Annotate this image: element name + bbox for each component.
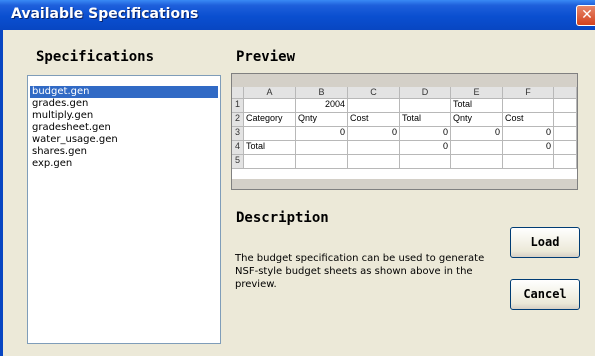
sheet-cell: 0 bbox=[400, 141, 451, 155]
list-item[interactable]: exp.gen bbox=[30, 158, 218, 170]
sheet-cell: 0 bbox=[503, 141, 554, 155]
sheet-cell: Qnty bbox=[296, 113, 348, 127]
window-title: Available Specifications bbox=[11, 6, 199, 22]
sheet-header-cell: E bbox=[451, 87, 503, 99]
sheet-header-cell: C bbox=[348, 87, 400, 99]
sheet-cell: 0 bbox=[296, 127, 348, 141]
sheet-cell: Total bbox=[400, 113, 451, 127]
sheet-cell: 2004 bbox=[296, 99, 348, 113]
sheet-cell bbox=[554, 113, 577, 127]
sheet-cell: Total bbox=[451, 99, 503, 113]
sheet-cell: Total bbox=[244, 141, 296, 155]
sheet-cell bbox=[554, 141, 577, 155]
sheet-header-cell: 1 bbox=[232, 99, 244, 113]
sheet-cell bbox=[296, 141, 348, 155]
load-button[interactable]: Load bbox=[510, 227, 580, 258]
title-bar[interactable]: Available Specifications ✕ bbox=[0, 0, 595, 30]
sheet-cell: 0 bbox=[503, 127, 554, 141]
sheet-cell: 0 bbox=[400, 127, 451, 141]
sheet-cell: 0 bbox=[348, 127, 400, 141]
sheet-header-cell: A bbox=[244, 87, 296, 99]
list-item[interactable]: gradesheet.gen bbox=[30, 122, 218, 134]
sheet-header-cell: 4 bbox=[232, 141, 244, 155]
sheet-cell bbox=[451, 141, 503, 155]
description-text: The budget specification can be used to … bbox=[235, 253, 485, 290]
specifications-list[interactable]: budget.gen grades.gen multiply.gen gradeshe… bbox=[27, 75, 221, 344]
preview-heading: Preview bbox=[236, 49, 296, 65]
close-icon: ✕ bbox=[581, 7, 593, 23]
sheet-header-cell bbox=[554, 87, 577, 99]
preview-spreadsheet: A B C D E F 1 2004 Total 2 Category Qnty Cost Total Qn… bbox=[232, 87, 577, 179]
sheet-header-cell bbox=[232, 87, 244, 99]
sheet-cell bbox=[451, 155, 503, 169]
sheet-cell: 0 bbox=[451, 127, 503, 141]
list-item[interactable]: budget.gen bbox=[30, 86, 218, 98]
list-item[interactable]: grades.gen bbox=[30, 98, 218, 110]
sheet-cell: Qnty bbox=[451, 113, 503, 127]
sheet-header-cell: 2 bbox=[232, 113, 244, 127]
sheet-cell bbox=[244, 127, 296, 141]
specifications-heading: Specifications bbox=[36, 49, 155, 65]
sheet-cell: Category bbox=[244, 113, 296, 127]
preview-horizontal-scrollbar[interactable] bbox=[232, 179, 577, 189]
sheet-header-cell: 3 bbox=[232, 127, 244, 141]
sheet-cell bbox=[244, 99, 296, 113]
sheet-header-cell: D bbox=[400, 87, 451, 99]
close-button[interactable]: ✕ bbox=[576, 5, 595, 26]
sheet-cell bbox=[400, 99, 451, 113]
sheet-cell bbox=[554, 127, 577, 141]
list-item[interactable]: water_usage.gen bbox=[30, 134, 218, 146]
sheet-header-cell: B bbox=[296, 87, 348, 99]
sheet-cell bbox=[554, 99, 577, 113]
description-heading: Description bbox=[236, 210, 329, 226]
sheet-cell bbox=[400, 155, 451, 169]
list-item[interactable]: multiply.gen bbox=[30, 110, 218, 122]
sheet-cell bbox=[296, 155, 348, 169]
list-item[interactable]: shares.gen bbox=[30, 146, 218, 158]
sheet-cell: Cost bbox=[503, 113, 554, 127]
sheet-cell bbox=[348, 141, 400, 155]
sheet-cell bbox=[244, 155, 296, 169]
sheet-cell: Cost bbox=[348, 113, 400, 127]
window-frame-left bbox=[0, 30, 3, 356]
sheet-header-cell: 5 bbox=[232, 155, 244, 169]
cancel-button[interactable]: Cancel bbox=[510, 279, 580, 310]
sheet-header-cell: F bbox=[503, 87, 554, 99]
sheet-cell bbox=[348, 155, 400, 169]
sheet-cell bbox=[503, 155, 554, 169]
sheet-cell bbox=[554, 155, 577, 169]
sheet-cell bbox=[348, 99, 400, 113]
sheet-cell bbox=[503, 99, 554, 113]
